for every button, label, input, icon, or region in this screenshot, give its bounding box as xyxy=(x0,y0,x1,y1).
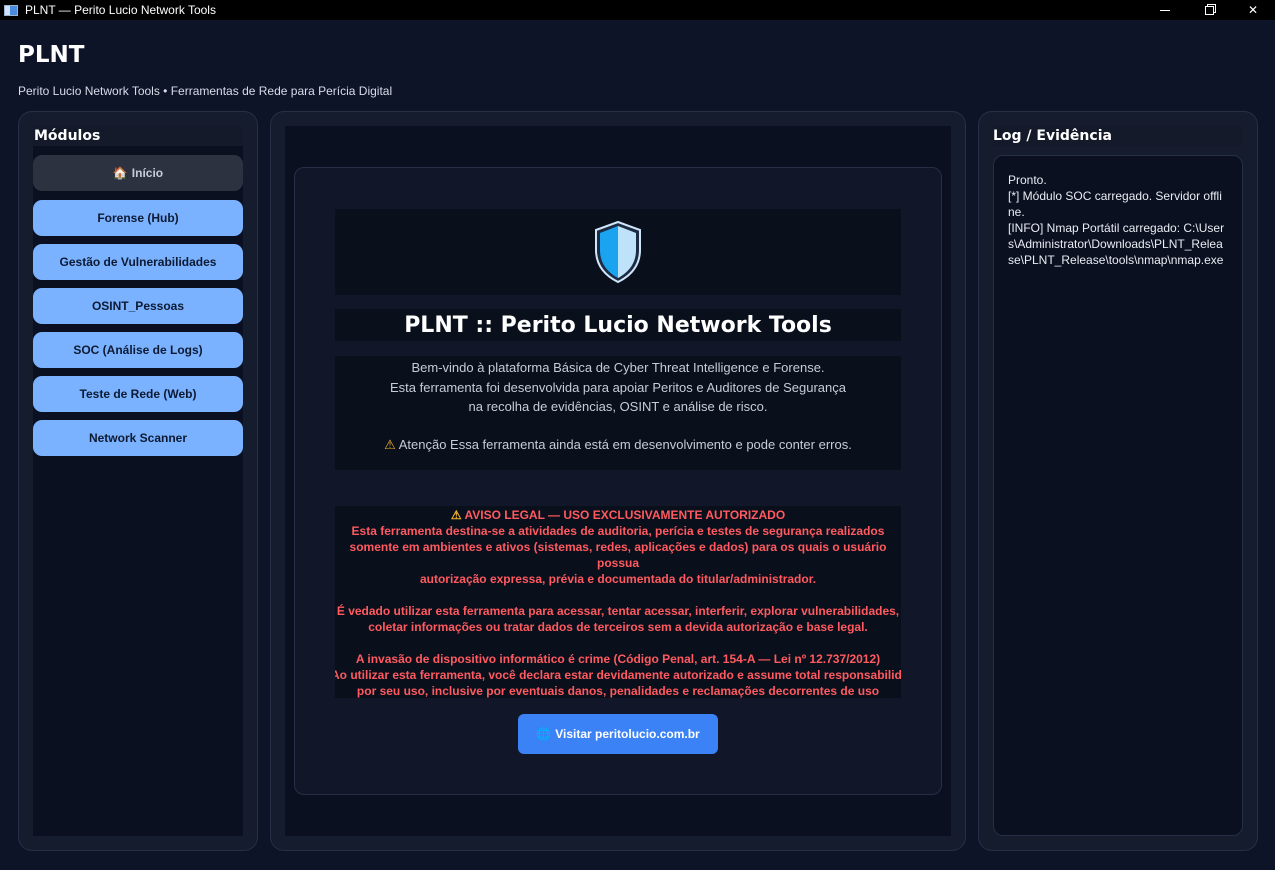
window-titlebar: PLNT — Perito Lucio Network Tools ✕ xyxy=(0,0,1275,20)
app-subtitle: Perito Lucio Network Tools • Ferramentas… xyxy=(18,84,393,98)
modules-heading: Módulos xyxy=(33,126,243,146)
legal-line: somente em ambientes e ativos (sistemas,… xyxy=(349,540,887,570)
nav-forense-button[interactable]: Forense (Hub) xyxy=(33,200,243,236)
nav-inicio-button[interactable]: 🏠 Início xyxy=(33,155,243,191)
legal-line: Esta ferramenta destina-se a atividades … xyxy=(351,524,885,538)
app-icon xyxy=(4,4,18,16)
legal-line: É vedado utilizar esta ferramenta para a… xyxy=(336,604,900,618)
logo-area xyxy=(335,209,901,295)
log-line: [INFO] Nmap Portátil carregado: C:\Users… xyxy=(1008,221,1225,267)
minimize-icon xyxy=(1160,9,1170,11)
dev-warning-text: Atenção Essa ferramenta ainda está em de… xyxy=(398,436,852,452)
nav-label: Teste de Rede (Web) xyxy=(79,387,197,401)
legal-line: A invasão de dispositivo informático é c… xyxy=(355,652,881,666)
nav-label: Network Scanner xyxy=(88,431,188,445)
app-brand: PLNT xyxy=(18,42,85,68)
minimize-button[interactable] xyxy=(1143,0,1187,20)
legal-line: coletar informações ou tratar dados de t… xyxy=(368,620,868,634)
log-line: Pronto. xyxy=(1008,173,1047,187)
home-icon: 🏠 xyxy=(112,166,128,180)
globe-icon: 🌐 xyxy=(536,727,552,741)
legal-line: autorização expressa, prévia e documenta… xyxy=(419,572,817,586)
dev-warning: ⚠ Atenção Essa ferramenta ainda está em … xyxy=(335,435,901,455)
legal-heading-text: AVISO LEGAL — USO EXCLUSIVAMENTE AUTORIZ… xyxy=(464,508,786,522)
warning-icon: ⚠ xyxy=(450,508,462,522)
modules-panel: Módulos 🏠 Início Forense (Hub) Gestão de… xyxy=(18,111,258,851)
title-area: PLNT :: Perito Lucio Network Tools xyxy=(335,309,901,341)
visit-website-label: Visitar peritolucio.com.br xyxy=(555,727,700,741)
maximize-icon xyxy=(1204,5,1214,15)
close-icon: ✕ xyxy=(1247,3,1259,17)
main-scroll-area: PLNT :: Perito Lucio Network Tools Bem-v… xyxy=(285,126,951,836)
log-heading: Log / Evidência xyxy=(993,126,1243,146)
window-controls: ✕ xyxy=(1143,0,1275,20)
log-panel: Log / Evidência Pronto. [*] Módulo SOC c… xyxy=(978,111,1258,851)
log-line: [*] Módulo SOC carregado. Servidor offli… xyxy=(1008,189,1222,219)
nav-soc-button[interactable]: SOC (Análise de Logs) xyxy=(33,332,243,368)
page-title: PLNT :: Perito Lucio Network Tools xyxy=(404,312,832,338)
legal-notice: ⚠ AVISO LEGAL — USO EXCLUSIVAMENTE AUTOR… xyxy=(335,506,901,698)
maximize-button[interactable] xyxy=(1187,0,1231,20)
welcome-line: Esta ferramenta foi desenvolvida para ap… xyxy=(390,379,846,395)
nav-label: SOC (Análise de Logs) xyxy=(73,343,203,357)
nav-teste-rede-button[interactable]: Teste de Rede (Web) xyxy=(33,376,243,412)
close-button[interactable]: ✕ xyxy=(1231,0,1275,20)
welcome-line: Bem-vindo à plataforma Básica de Cyber T… xyxy=(411,360,825,375)
nav-osint-button[interactable]: OSINT_Pessoas xyxy=(33,288,243,324)
warning-icon: ⚠ xyxy=(384,436,396,452)
shield-icon xyxy=(595,220,641,284)
welcome-text: Bem-vindo à plataforma Básica de Cyber T… xyxy=(335,356,901,470)
legal-line: por seu uso, inclusive por eventuais dan… xyxy=(356,684,880,698)
visit-website-button[interactable]: 🌐 Visitar peritolucio.com.br xyxy=(518,714,718,754)
window-title: PLNT — Perito Lucio Network Tools xyxy=(25,3,216,17)
log-output[interactable]: Pronto. [*] Módulo SOC carregado. Servid… xyxy=(993,155,1243,836)
legal-line: Ao utilizar esta ferramenta, você declar… xyxy=(335,668,901,682)
modules-list: Módulos 🏠 Início Forense (Hub) Gestão de… xyxy=(33,126,243,836)
nav-network-scanner-button[interactable]: Network Scanner xyxy=(33,420,243,456)
nav-label: Gestão de Vulnerabilidades xyxy=(59,255,217,269)
nav-label: OSINT_Pessoas xyxy=(91,299,185,313)
main-panel: PLNT :: Perito Lucio Network Tools Bem-v… xyxy=(270,111,966,851)
nav-label: Início xyxy=(131,166,164,180)
welcome-line: na recolha de evidências, OSINT e anális… xyxy=(468,399,768,414)
welcome-card: PLNT :: Perito Lucio Network Tools Bem-v… xyxy=(294,167,942,795)
nav-label: Forense (Hub) xyxy=(97,211,179,225)
legal-heading: ⚠ AVISO LEGAL — USO EXCLUSIVAMENTE AUTOR… xyxy=(335,507,901,523)
nav-vulnerabilidades-button[interactable]: Gestão de Vulnerabilidades xyxy=(33,244,243,280)
